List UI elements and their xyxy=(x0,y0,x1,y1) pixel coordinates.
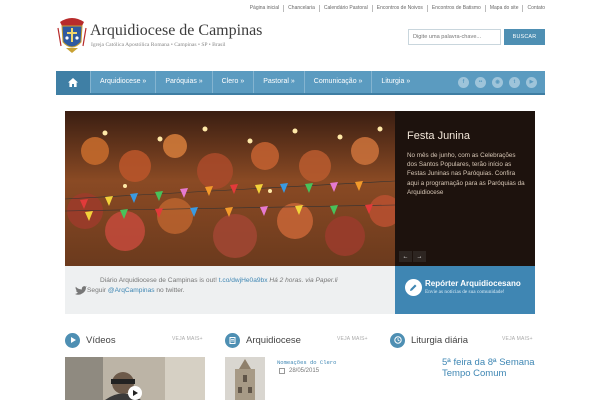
video-preview-image xyxy=(65,357,205,400)
nav-comunicacao[interactable]: Comunicação » xyxy=(303,71,372,93)
twitter-bird-icon xyxy=(75,286,87,295)
search-form: BUSCAR xyxy=(408,29,545,45)
liturgia-title: Liturgia diária xyxy=(411,334,469,346)
tweet-link[interactable]: t.co/dwjHe0a9bx xyxy=(219,277,268,284)
reporter-banner[interactable]: Repórter Arquidiocesano Envie as notícia… xyxy=(395,266,535,314)
nav-liturgia[interactable]: Liturgia » xyxy=(371,71,419,93)
social-links: f •• ◉ t ▶ xyxy=(458,76,545,88)
twitter-follow: Seguir @ArqCampinas no twitter. xyxy=(87,287,185,294)
home-button[interactable] xyxy=(56,71,90,93)
nav-paroquias[interactable]: Paróquias » xyxy=(155,71,211,93)
arquidiocese-heading: Arquidiocese xyxy=(225,332,301,348)
home-icon xyxy=(68,77,78,87)
videos-more-link[interactable]: VEJA MAIS+ xyxy=(172,336,203,342)
toplink-contact[interactable]: Contato xyxy=(523,5,545,12)
slide-next-button[interactable]: → xyxy=(413,251,426,262)
site-brand[interactable]: Arquidiocese de Campinas Igreja Católica… xyxy=(56,16,316,56)
church-image xyxy=(225,357,265,400)
toplink-batismo[interactable]: Encontros de Batismo xyxy=(428,5,486,12)
videos-heading: Vídeos xyxy=(65,332,116,348)
nav-arquidiocese[interactable]: Arquidiocese » xyxy=(90,71,155,93)
slide-text: No mês de junho, com as Celebrações dos … xyxy=(407,152,525,196)
toplink-home[interactable]: Página inicial xyxy=(246,5,285,12)
toplink-sitemap[interactable]: Mapa do site xyxy=(486,5,524,12)
liturgia-heading: Liturgia diária xyxy=(390,332,468,348)
document-icon xyxy=(225,332,240,348)
calendar-icon xyxy=(279,368,285,374)
toplink-noivos[interactable]: Encontros de Noivos xyxy=(373,5,428,12)
coat-of-arms-logo xyxy=(57,18,87,53)
slide-caption[interactable]: Festa Junina No mês de junho, com as Cel… xyxy=(395,111,535,266)
main-nav: Arquidiocese » Paróquias » Clero » Pasto… xyxy=(56,71,545,95)
twitter-feed: Diário Arquidiocese de Campinas is out! … xyxy=(65,266,395,314)
arquidiocese-more-link[interactable]: VEJA MAIS+ xyxy=(337,336,368,342)
site-subtitle: Igreja Católica Apostólica Romana • Camp… xyxy=(91,42,226,48)
video-thumbnail[interactable] xyxy=(65,357,205,400)
flickr-icon[interactable]: •• xyxy=(475,76,486,88)
tweet-body: Diário Arquidiocese de Campinas is out! xyxy=(100,277,219,284)
tweet-time: Há 2 horas. via Paper.li xyxy=(267,277,338,284)
rss-icon[interactable]: ◉ xyxy=(492,76,503,88)
slide-prev-button[interactable]: ← xyxy=(399,251,412,262)
play-icon xyxy=(65,332,80,348)
news-thumbnail[interactable] xyxy=(225,357,265,400)
reporter-title: Repórter Arquidiocesano xyxy=(425,279,521,288)
reporter-subtitle: Envie as notícias de sua comunidade! xyxy=(425,289,505,295)
site-title: Arquidiocese de Campinas xyxy=(90,22,263,39)
facebook-icon[interactable]: f xyxy=(458,76,469,88)
nav-clero[interactable]: Clero » xyxy=(211,71,254,93)
videos-title: Vídeos xyxy=(86,334,116,346)
festa-junina-photo xyxy=(65,111,395,266)
featured-slide-image[interactable] xyxy=(65,111,395,266)
search-button[interactable]: BUSCAR xyxy=(504,29,545,45)
pencil-icon xyxy=(405,279,422,296)
nav-pastoral[interactable]: Pastoral » xyxy=(253,71,304,93)
toplink-calendar[interactable]: Calendário Pastoral xyxy=(320,5,373,12)
slide-title: Festa Junina xyxy=(407,130,470,142)
twitter-icon[interactable]: t xyxy=(509,76,520,88)
toplink-chancelaria[interactable]: Chancelaria xyxy=(284,5,320,12)
top-links: Página inicial Chancelaria Calendário Pa… xyxy=(246,5,545,12)
slide-controls: ← → xyxy=(399,251,426,262)
news-date: 28/05/2015 xyxy=(279,368,319,374)
liturgy-headline[interactable]: 5ª feira da 8ª Semana Tempo Comum xyxy=(442,357,542,379)
clock-icon xyxy=(390,332,405,348)
follow-suffix: no twitter. xyxy=(154,287,185,294)
arquidiocese-title: Arquidiocese xyxy=(246,334,301,346)
twitter-handle-link[interactable]: @ArqCampinas xyxy=(108,287,155,294)
youtube-icon[interactable]: ▶ xyxy=(526,76,537,88)
liturgia-more-link[interactable]: VEJA MAIS+ xyxy=(502,336,533,342)
tweet-text: Diário Arquidiocese de Campinas is out! … xyxy=(100,277,338,284)
news-title-link[interactable]: Nomeações do Clero xyxy=(277,359,336,366)
follow-prefix: Seguir xyxy=(87,287,108,294)
search-input[interactable] xyxy=(408,29,501,45)
news-date-text: 28/05/2015 xyxy=(289,368,320,374)
